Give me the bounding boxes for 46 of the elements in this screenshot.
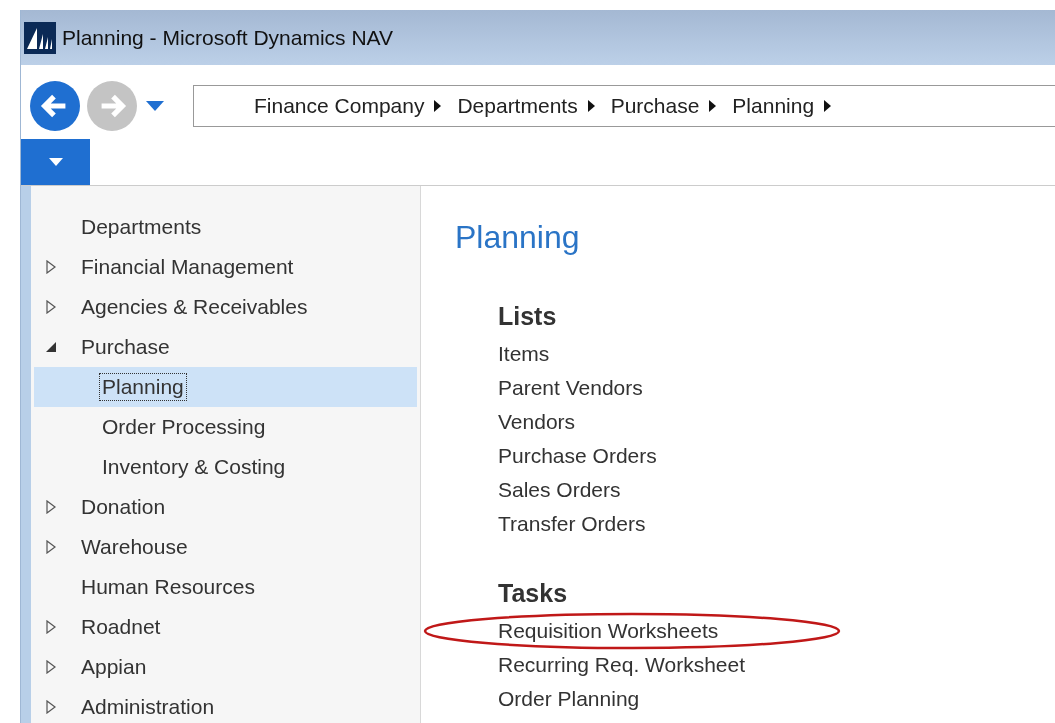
nav-item[interactable]: Donation (34, 487, 417, 527)
breadcrumb-item[interactable]: Purchase (610, 94, 700, 118)
nav-item[interactable]: Purchase (34, 327, 417, 367)
expand-triangle-icon[interactable] (44, 620, 58, 634)
breadcrumb-item[interactable]: Planning (732, 94, 815, 118)
expand-triangle-icon[interactable] (44, 700, 58, 714)
breadcrumb-item[interactable]: Finance Company (254, 94, 425, 118)
action-link[interactable]: Sales Orders (498, 478, 621, 502)
breadcrumb-item[interactable]: Departments (457, 94, 578, 118)
action-link[interactable]: Recurring Req. Worksheet (498, 653, 746, 677)
nav-item[interactable]: Financial Management (34, 247, 417, 287)
action-link[interactable]: Parent Vendors (498, 376, 643, 400)
expand-triangle-icon[interactable] (44, 260, 58, 274)
breadcrumb-arrow-icon[interactable] (587, 100, 595, 112)
history-dropdown-icon[interactable] (146, 101, 164, 111)
nav-item[interactable]: Administration (34, 687, 417, 723)
logo-icon (24, 21, 56, 54)
ribbon-toggle-button[interactable] (21, 139, 90, 185)
expand-triangle-icon[interactable] (44, 300, 58, 314)
window-title: Planning - Microsoft Dynamics NAV (62, 25, 394, 50)
action-link[interactable]: Vendors (498, 410, 576, 434)
nav-item[interactable]: Order Processing (34, 407, 417, 447)
group-heading: Lists (498, 302, 558, 331)
breadcrumb-arrow-icon[interactable] (824, 100, 832, 112)
action-link[interactable]: Items (498, 342, 550, 366)
action-link[interactable]: Purchase Orders (498, 444, 657, 468)
collapse-triangle-icon[interactable] (44, 341, 58, 353)
nav-item[interactable]: Departments (34, 207, 417, 247)
expand-triangle-icon[interactable] (44, 660, 58, 674)
nav-item[interactable]: Agencies & Receivables (34, 287, 417, 327)
nav-item[interactable]: Roadnet (34, 607, 417, 647)
expand-triangle-icon[interactable] (44, 500, 58, 514)
page-title: Planning (455, 219, 581, 256)
breadcrumb-arrow-icon[interactable] (434, 100, 442, 112)
group-heading: Tasks (498, 579, 569, 608)
expand-triangle-icon[interactable] (44, 540, 58, 554)
address-bar[interactable]: Finance Company Departments Purchase Planning (193, 85, 1055, 127)
action-link[interactable]: Order Planning (498, 687, 640, 711)
breadcrumb-arrow-icon[interactable] (709, 100, 717, 112)
nav-item[interactable]: Warehouse (34, 527, 417, 567)
action-link[interactable]: Transfer Orders (498, 512, 646, 536)
caret-icon (48, 158, 63, 166)
nav-item[interactable]: Appian (34, 647, 417, 687)
nav-item[interactable]: Planning (34, 367, 417, 407)
nav-item[interactable]: Human Resources (34, 567, 417, 607)
nav-item[interactable]: Inventory & Costing (34, 447, 417, 487)
